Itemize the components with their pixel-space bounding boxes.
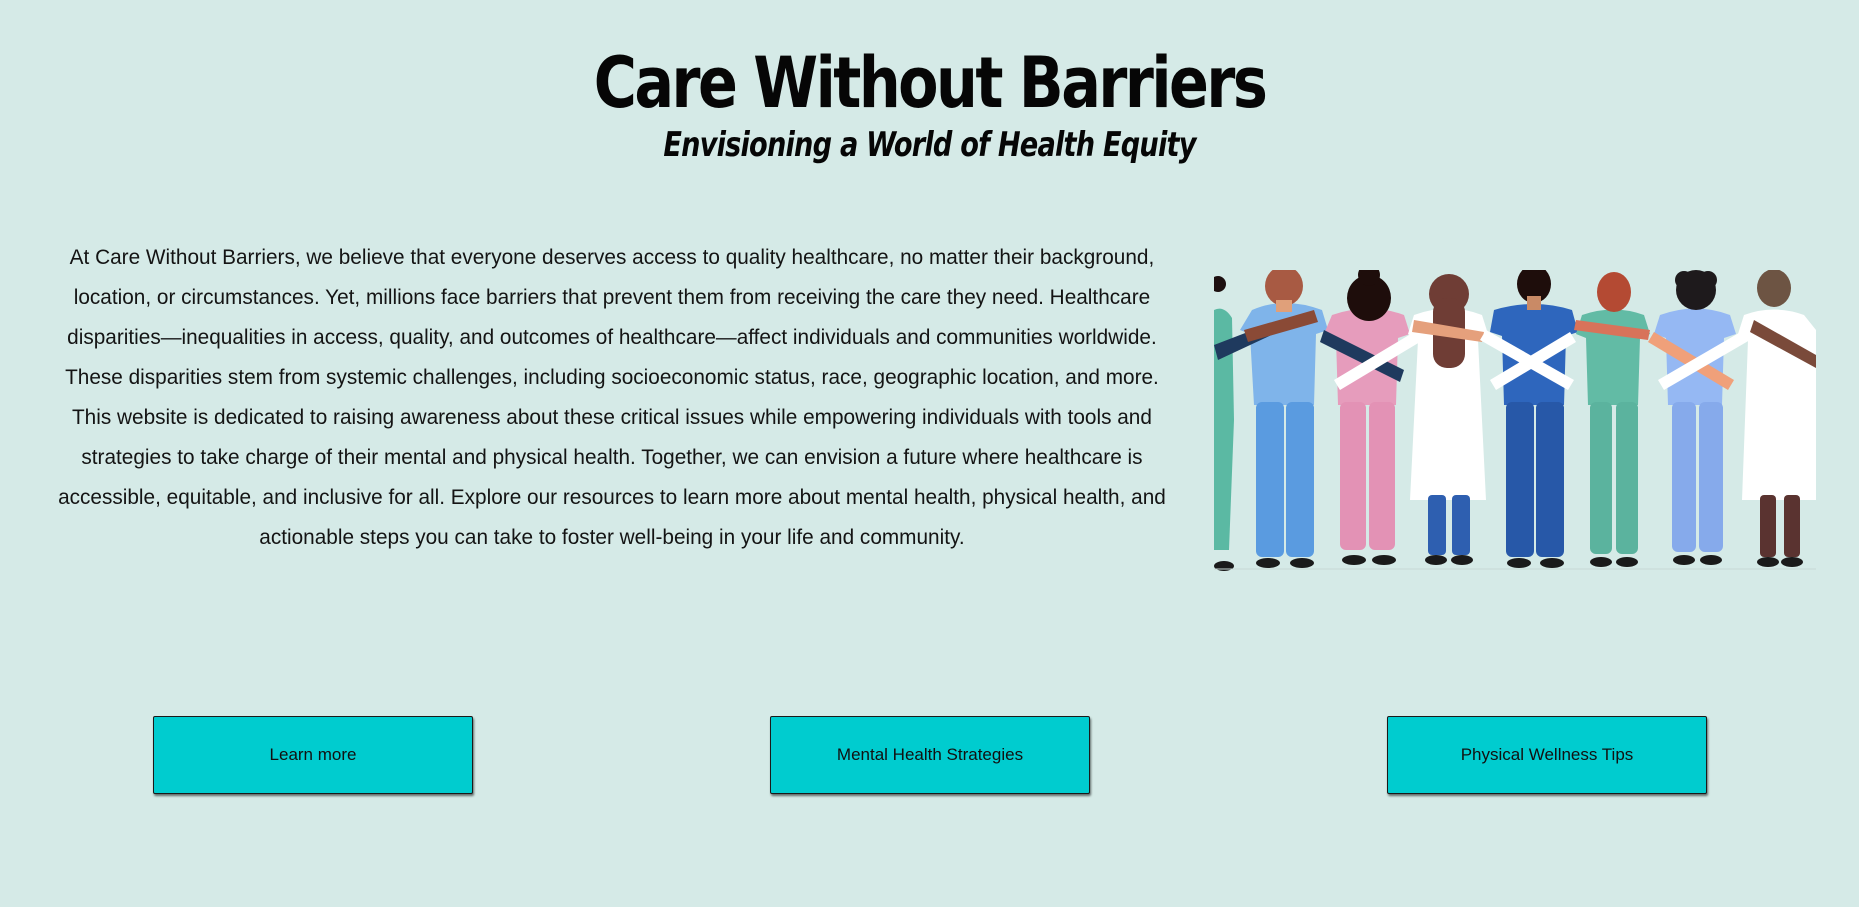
page-subtitle: Envisioning a World of Health Equity: [663, 125, 1196, 165]
person-white-coat: [1408, 274, 1488, 565]
page-header: Care Without Barriers Envisioning a Worl…: [0, 48, 1859, 162]
page-title: Care Without Barriers: [593, 42, 1268, 124]
intro-paragraph: At Care Without Barriers, we believe tha…: [58, 246, 1166, 549]
mental-health-strategies-button[interactable]: Mental Health Strategies: [770, 716, 1090, 794]
healthcare-workers-illustration: [1214, 270, 1816, 571]
physical-wellness-tips-button[interactable]: Physical Wellness Tips: [1387, 716, 1707, 794]
learn-more-button[interactable]: Learn more: [153, 716, 473, 794]
person-white-coat-right: [1738, 270, 1816, 567]
person-royal-blue-scrubs: [1490, 270, 1578, 568]
person-green-scrubs: [1576, 272, 1650, 567]
person-pink-scrubs: [1324, 270, 1410, 565]
person-edge-left: [1214, 276, 1234, 571]
person-periwinkle-scrubs: [1654, 270, 1736, 565]
